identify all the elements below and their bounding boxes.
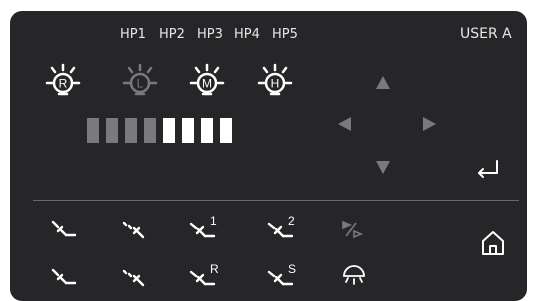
intensity-segment[interactable]	[182, 118, 194, 143]
arrow-down-button[interactable]	[369, 154, 397, 180]
lamp-l-icon: L	[122, 63, 158, 96]
preset-hp2[interactable]: HP2	[159, 27, 185, 42]
intensity-segment[interactable]	[144, 118, 156, 143]
arrow-up-icon	[376, 76, 390, 89]
intensity-segment[interactable]	[201, 118, 213, 143]
instrument-8-button[interactable]: S	[263, 258, 303, 294]
user-label[interactable]: USER A	[460, 26, 512, 42]
intensity-segment[interactable]	[87, 118, 99, 143]
svg-text:2: 2	[288, 214, 295, 228]
arrow-right-button[interactable]	[415, 111, 443, 137]
intensity-segment[interactable]	[106, 118, 118, 143]
play-pause-button[interactable]	[336, 214, 372, 246]
svg-text:R: R	[210, 262, 219, 276]
operating-light-button[interactable]	[336, 262, 372, 294]
instrument-4-button[interactable]: 2	[263, 210, 303, 246]
handpiece-icon	[51, 268, 77, 285]
svg-text:H: H	[271, 77, 280, 91]
handpiece-icon	[122, 221, 145, 239]
svg-text:1: 1	[210, 214, 217, 228]
instrument-2-button[interactable]	[117, 214, 153, 246]
instrument-7-button[interactable]: R	[185, 258, 225, 294]
lamp-m-icon: M	[189, 63, 225, 96]
instrument-3-button[interactable]: 1	[185, 210, 225, 246]
enter-icon	[478, 160, 498, 178]
handpiece-icon: 2	[267, 214, 295, 238]
svg-text:S: S	[288, 262, 296, 276]
lamp-m-button[interactable]: M	[187, 63, 227, 103]
enter-button[interactable]	[471, 156, 503, 184]
handpiece-icon	[122, 269, 145, 287]
lamp-r-button[interactable]: R	[43, 63, 83, 103]
arrow-right-icon	[423, 117, 436, 131]
intensity-segment[interactable]	[220, 118, 232, 143]
play-pause-icon	[342, 220, 364, 239]
handpiece-icon: R	[189, 262, 219, 286]
preset-hp3[interactable]: HP3	[197, 27, 223, 42]
operating-light-icon	[343, 265, 365, 285]
lamp-l-button[interactable]: L	[120, 63, 160, 103]
instrument-1-button[interactable]	[46, 214, 82, 246]
preset-hp1[interactable]: HP1	[120, 27, 146, 42]
instrument-5-button[interactable]	[46, 262, 82, 294]
home-icon	[482, 231, 504, 255]
intensity-segment[interactable]	[163, 118, 175, 143]
preset-hp5[interactable]: HP5	[272, 27, 298, 42]
svg-text:L: L	[137, 77, 144, 91]
section-divider	[33, 200, 519, 201]
svg-text:M: M	[202, 77, 212, 91]
handpiece-icon: S	[267, 262, 296, 286]
intensity-segment[interactable]	[125, 118, 137, 143]
handpiece-icon: 1	[189, 214, 217, 238]
lamp-h-icon: H	[257, 63, 293, 96]
arrow-up-button[interactable]	[369, 70, 397, 96]
handpiece-icon	[51, 220, 77, 237]
lamp-r-icon: R	[45, 63, 81, 96]
arrow-left-button[interactable]	[331, 111, 359, 137]
instrument-6-button[interactable]	[117, 262, 153, 294]
arrow-left-icon	[338, 117, 351, 131]
svg-text:R: R	[59, 77, 68, 91]
lamp-h-button[interactable]: H	[255, 63, 295, 103]
preset-hp4[interactable]: HP4	[234, 27, 260, 42]
home-button[interactable]	[478, 228, 508, 258]
arrow-down-icon	[376, 161, 390, 174]
